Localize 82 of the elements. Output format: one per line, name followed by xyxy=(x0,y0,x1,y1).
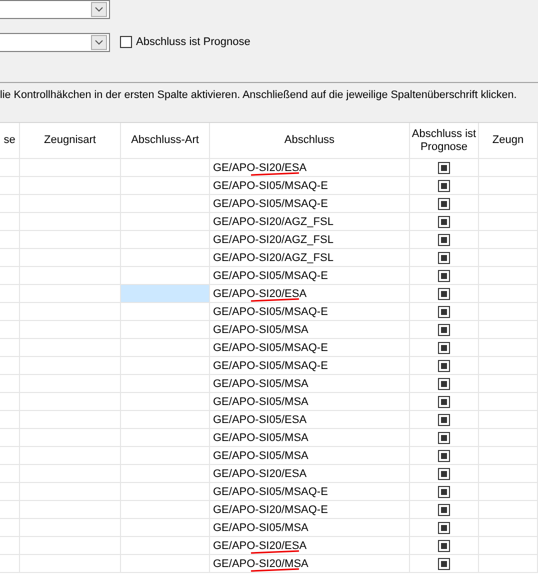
table-row[interactable]: GE/APO-SI05/MSA xyxy=(0,321,538,339)
table-cell: GE/APO-SI20/ESA xyxy=(213,468,307,480)
table-cell: GE/APO-SI05/MSA xyxy=(213,522,308,534)
checkbox[interactable] xyxy=(438,252,450,264)
checkbox[interactable] xyxy=(438,288,450,300)
table-row[interactable]: GE/APO-SI05/MSA xyxy=(0,375,538,393)
table-row[interactable]: GE/APO-SI20/AGZ_FSL xyxy=(0,213,538,231)
table-row[interactable]: GE/APO-SI20/ESA xyxy=(0,159,538,177)
checkbox[interactable] xyxy=(438,342,450,354)
checkbox[interactable] xyxy=(438,540,450,552)
checkbox[interactable] xyxy=(438,414,450,426)
checkbox[interactable] xyxy=(438,558,450,570)
dropdown-field[interactable] xyxy=(0,0,110,18)
checkbox[interactable] xyxy=(438,270,450,282)
checkbox[interactable] xyxy=(438,450,450,462)
table-cell: GE/APO-SI05/MSAQ-E xyxy=(213,342,328,354)
checkbox[interactable] xyxy=(438,234,450,246)
checkbox-label: Abschluss ist Prognose xyxy=(136,36,250,48)
table-row[interactable]: GE/APO-SI20/MSA xyxy=(0,555,538,573)
table-row[interactable]: GE/APO-SI05/MSA xyxy=(0,447,538,465)
table-cell: GE/APO-SI20/AGZ_FSL xyxy=(213,216,334,228)
checkbox[interactable] xyxy=(438,468,450,480)
dropdown-field[interactable] xyxy=(0,32,110,52)
column-header[interactable]: Zeugnisart xyxy=(20,123,121,158)
column-header[interactable]: Abschluss-Art xyxy=(121,123,210,158)
table-row[interactable]: GE/APO-SI20/MSAQ-E xyxy=(0,501,538,519)
table-cell: GE/APO-SI20/ESA xyxy=(213,288,307,300)
table-row[interactable]: GE/APO-SI20/AGZ_FSL xyxy=(0,231,538,249)
table-row[interactable]: GE/APO-SI20/ESA xyxy=(0,285,538,303)
column-header[interactable]: Abschluss xyxy=(210,123,410,158)
checkbox[interactable] xyxy=(438,396,450,408)
table-row[interactable]: GE/APO-SI05/MSAQ-E xyxy=(0,177,538,195)
chevron-down-icon xyxy=(95,40,103,44)
chevron-down-icon xyxy=(95,6,103,12)
table-cell: GE/APO-SI20/AGZ_FSL xyxy=(213,252,334,264)
checkbox[interactable] xyxy=(438,162,450,174)
table-cell: GE/APO-SI20/MSAQ-E xyxy=(213,504,328,516)
checkbox[interactable] xyxy=(438,504,450,516)
checkbox[interactable] xyxy=(438,198,450,210)
checkbox[interactable] xyxy=(438,378,450,390)
table-row[interactable]: GE/APO-SI05/MSA xyxy=(0,393,538,411)
table-cell: GE/APO-SI20/MSA xyxy=(213,558,308,570)
table-cell: GE/APO-SI05/MSA xyxy=(213,450,308,462)
checkbox[interactable] xyxy=(438,522,450,534)
column-header[interactable]: se xyxy=(0,123,20,158)
table-cell: GE/APO-SI05/MSAQ-E xyxy=(213,360,328,372)
checkbox[interactable] xyxy=(438,486,450,498)
table-row[interactable]: GE/APO-SI20/AGZ_FSL xyxy=(0,249,538,267)
table-row[interactable]: GE/APO-SI05/ESA xyxy=(0,411,538,429)
table-cell: GE/APO-SI05/MSAQ-E xyxy=(213,486,328,498)
table-cell: GE/APO-SI05/MSA xyxy=(213,324,308,336)
table-cell: GE/APO-SI05/MSAQ-E xyxy=(213,198,328,210)
table-row[interactable]: GE/APO-SI05/MSAQ-E xyxy=(0,357,538,375)
table-row[interactable]: GE/APO-SI05/MSA xyxy=(0,429,538,447)
table-row[interactable]: GE/APO-SI20/ESA xyxy=(0,537,538,555)
table-cell: GE/APO-SI05/MSA xyxy=(213,396,308,408)
table-cell: GE/APO-SI05/MSA xyxy=(213,432,308,444)
table-cell: GE/APO-SI20/ESA xyxy=(213,162,307,174)
checkbox[interactable] xyxy=(438,324,450,336)
table-cell: GE/APO-SI05/ESA xyxy=(213,414,307,426)
checkbox[interactable] xyxy=(438,360,450,372)
instruction-text: lie Kontrollhäkchen in der ersten Spalte aktivieren. Anschließend auf die jeweilige Spaltenüberschrift klicken. xyxy=(0,89,518,103)
table-cell: GE/APO-SI20/AGZ_FSL xyxy=(213,234,334,246)
table-row[interactable]: GE/APO-SI05/MSAQ-E xyxy=(0,267,538,285)
table-cell: GE/APO-SI05/MSAQ-E xyxy=(213,180,328,192)
table-cell: GE/APO-SI05/MSAQ-E xyxy=(213,306,328,318)
table-row[interactable]: GE/APO-SI05/MSAQ-E xyxy=(0,339,538,357)
column-header[interactable]: Zeugn xyxy=(479,123,538,158)
checkbox[interactable] xyxy=(438,432,450,444)
checkbox[interactable] xyxy=(438,306,450,318)
column-header[interactable]: Abschluss ist Prognose xyxy=(410,123,479,158)
checkbox[interactable] xyxy=(438,216,450,228)
table-cell: GE/APO-SI05/MSA xyxy=(213,378,308,390)
table-row[interactable]: GE/APO-SI05/MSAQ-E xyxy=(0,303,538,321)
checkbox[interactable] xyxy=(120,36,132,48)
table-row[interactable]: GE/APO-SI05/MSA xyxy=(0,519,538,537)
checkbox[interactable] xyxy=(438,180,450,192)
table-cell: GE/APO-SI05/MSAQ-E xyxy=(213,270,328,282)
table-row[interactable]: GE/APO-SI20/ESA xyxy=(0,465,538,483)
table-row[interactable]: GE/APO-SI05/MSAQ-E xyxy=(0,483,538,501)
table-cell: GE/APO-SI20/ESA xyxy=(213,540,307,552)
table-row[interactable]: GE/APO-SI05/MSAQ-E xyxy=(0,195,538,213)
